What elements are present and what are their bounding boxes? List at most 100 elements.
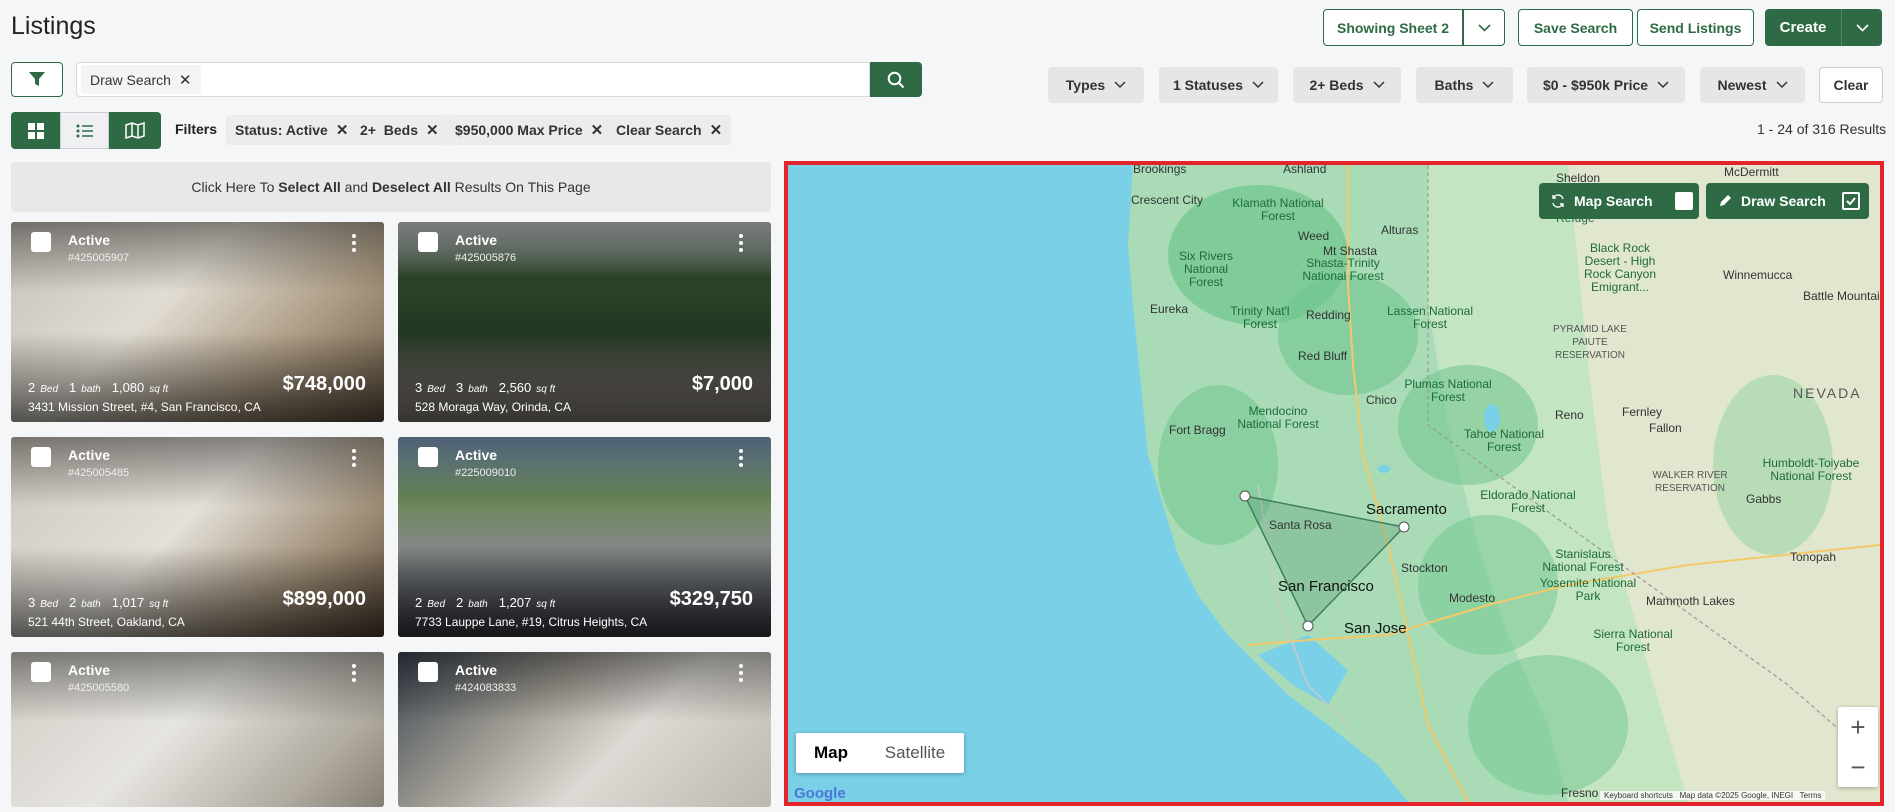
chevron-down-icon — [1482, 81, 1494, 89]
more-options-icon[interactable] — [739, 664, 743, 682]
draw-search-label: Draw Search — [1741, 193, 1826, 209]
map-park-label: Sierra National Forest — [1593, 627, 1673, 654]
save-search-button[interactable]: Save Search — [1518, 9, 1633, 46]
showing-sheet-button[interactable]: Showing Sheet 2 — [1323, 9, 1463, 46]
chip-label: 2+ Beds — [360, 122, 418, 138]
deselect-all-link[interactable]: Deselect All — [372, 179, 451, 195]
close-icon[interactable]: ✕ — [591, 121, 604, 139]
search-button[interactable] — [870, 62, 922, 97]
map-label: Crescent City — [1131, 193, 1204, 207]
grid-view-button[interactable] — [11, 112, 60, 149]
send-listings-button[interactable]: Send Listings — [1637, 9, 1754, 46]
beds-value: 2 — [28, 380, 36, 395]
sqft-value: 1,080 — [111, 380, 145, 395]
list-view-button[interactable] — [60, 112, 109, 149]
close-icon[interactable]: ✕ — [426, 121, 439, 139]
listing-checkbox[interactable] — [31, 662, 51, 682]
listing-checkbox[interactable] — [418, 662, 438, 682]
beds-unit: Bed — [40, 599, 59, 610]
more-options-icon[interactable] — [352, 234, 356, 252]
select-bar-text: Results On This Page — [450, 179, 591, 195]
zoom-in-button[interactable]: + — [1838, 707, 1878, 747]
map-label: Mammoth Lakes — [1646, 594, 1735, 608]
chevron-down-icon — [1775, 81, 1788, 89]
baths-unit: bath — [468, 599, 488, 610]
listing-checkbox[interactable] — [31, 232, 51, 252]
map-park-label: Plumas National Forest — [1404, 377, 1492, 404]
chip-label: $950,000 Max Price — [455, 122, 583, 138]
listing-specs: 2 Bed 1 bath 1,080 sq ft — [28, 380, 174, 395]
types-dropdown[interactable]: Types — [1048, 67, 1144, 103]
beds-unit: Bed — [427, 599, 446, 610]
baths-unit: bath — [81, 599, 101, 610]
listing-card[interactable]: Active #425005580 — [11, 652, 384, 807]
listing-card[interactable]: Active #425005876 3 Bed 3 bath 2,560 sq ft $7… — [398, 222, 771, 422]
map-label: Battle Mountain — [1803, 289, 1884, 303]
map-label: Weed — [1298, 229, 1330, 243]
search-input[interactable]: Draw Search ✕ — [76, 62, 870, 97]
filter-chip-price: $950,000 Max Price ✕ — [446, 115, 613, 145]
sort-dropdown[interactable]: Newest — [1700, 67, 1805, 103]
listing-status: Active — [68, 232, 111, 248]
zoom-out-button[interactable]: − — [1838, 747, 1878, 787]
map-view-button[interactable] — [109, 112, 161, 149]
more-options-icon[interactable] — [739, 449, 743, 467]
draw-search-checkbox[interactable] — [1841, 192, 1860, 210]
select-all-bar[interactable]: Click Here To Select All and Deselect Al… — [11, 162, 771, 212]
map-type-map[interactable]: Map — [796, 733, 866, 773]
map-search-checkbox[interactable] — [1674, 192, 1693, 210]
price-dropdown[interactable]: $0 - $950k Price — [1527, 67, 1685, 103]
listing-checkbox[interactable] — [418, 232, 438, 252]
map-label: Brookings — [1133, 162, 1187, 176]
listing-address: 521 44th Street, Oakland, CA — [28, 615, 185, 629]
filter-toggle-button[interactable] — [11, 62, 63, 97]
beds-dropdown[interactable]: 2+ Beds — [1293, 67, 1401, 103]
clear-button[interactable]: Clear — [1819, 67, 1883, 103]
map-type-satellite[interactable]: Satellite — [866, 733, 964, 773]
statuses-dropdown[interactable]: 1 Statuses — [1159, 67, 1278, 103]
price-label: $0 - $950k Price — [1542, 77, 1649, 93]
map-label: Sacramento — [1366, 501, 1447, 518]
draw-search-button[interactable]: Draw Search — [1706, 183, 1869, 219]
close-icon[interactable]: ✕ — [179, 71, 192, 89]
sqft-value: 2,560 — [498, 380, 532, 395]
more-options-icon[interactable] — [352, 449, 356, 467]
close-icon[interactable]: ✕ — [336, 121, 349, 139]
map-park-label: Black Rock Desert - High Rock Canyon Emi… — [1583, 241, 1657, 294]
chip-label: Draw Search — [90, 71, 171, 88]
select-bar-text: and — [340, 179, 372, 195]
map-park-label: Mendocino National Forest — [1237, 404, 1319, 431]
baths-value: 1 — [69, 380, 77, 395]
baths-dropdown[interactable]: Baths — [1416, 67, 1513, 103]
clear-search-chip[interactable]: Clear Search ✕ — [607, 115, 732, 145]
map-icon — [125, 122, 145, 139]
map-label: Ashland — [1283, 162, 1327, 176]
listing-card[interactable]: Active #425005485 3 Bed 2 bath 1,017 sq ft $8… — [11, 437, 384, 637]
listing-card[interactable]: Active #424083833 — [398, 652, 771, 807]
types-label: Types — [1065, 77, 1106, 93]
map-label: San Francisco — [1278, 578, 1374, 595]
baths-value: 3 — [456, 380, 464, 395]
listing-card[interactable]: Active #425005907 2 Bed 1 bath 1,080 sq ft $7… — [11, 222, 384, 422]
map-panel[interactable]: Brookings Ashland McDermitt Crescent Cit… — [784, 161, 1884, 806]
listing-card[interactable]: Active #225009010 2 Bed 2 bath 1,207 sq ft $3… — [398, 437, 771, 637]
more-options-icon[interactable] — [739, 234, 743, 252]
map-label: Alturas — [1381, 223, 1419, 237]
map-search-button[interactable]: Map Search — [1539, 183, 1699, 219]
create-button[interactable]: Create — [1765, 9, 1841, 46]
map-park-label: Lassen National Forest — [1386, 304, 1474, 331]
map-label: Red Bluff — [1298, 349, 1348, 363]
sqft-unit: sq ft — [149, 599, 169, 610]
sqft-unit: sq ft — [536, 384, 556, 395]
more-options-icon[interactable] — [352, 664, 356, 682]
map-label: Fort Bragg — [1169, 423, 1226, 437]
listing-checkbox[interactable] — [31, 447, 51, 467]
select-all-link[interactable]: Select All — [278, 179, 341, 195]
grid-icon — [27, 122, 44, 139]
listing-checkbox[interactable] — [418, 447, 438, 467]
create-dropdown[interactable] — [1841, 9, 1882, 46]
map-park-label: Yosemite National Park — [1539, 576, 1637, 603]
close-icon[interactable]: ✕ — [710, 121, 723, 139]
search-icon — [887, 71, 905, 88]
showing-sheet-dropdown[interactable] — [1463, 9, 1505, 46]
